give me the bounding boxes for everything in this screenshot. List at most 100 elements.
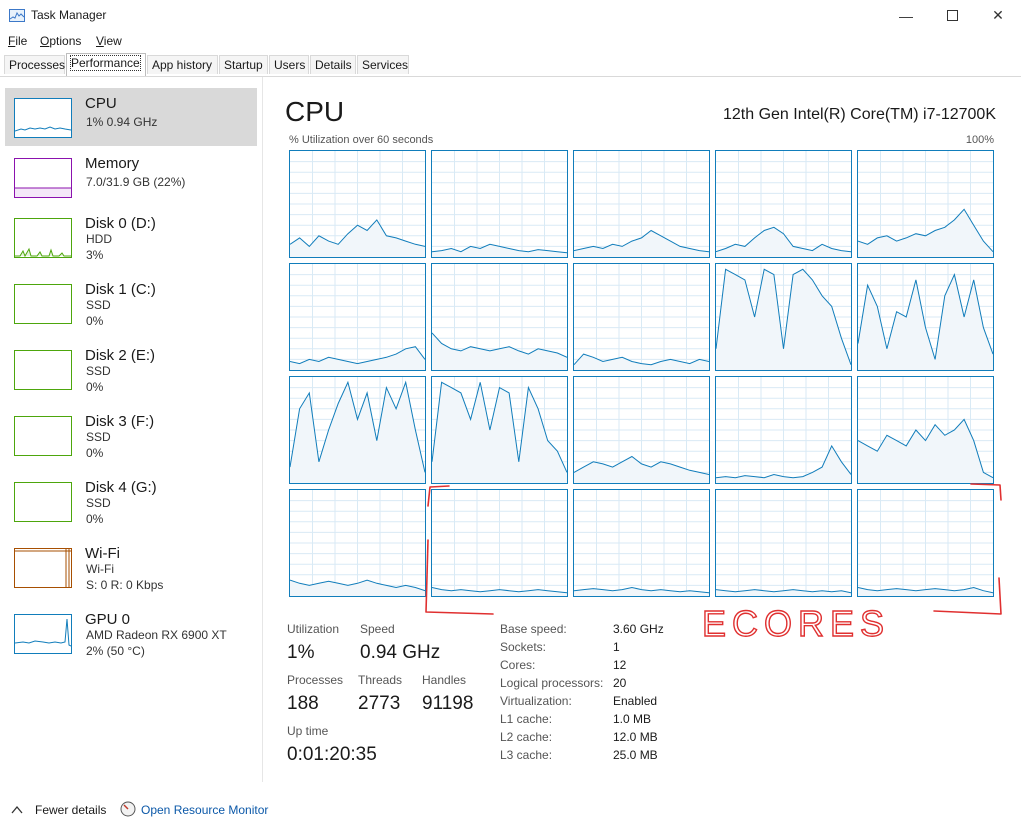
sidebar-sub: AMD Radeon RX 6900 XT [86,628,227,642]
sidebar-name: Disk 0 (D:) [85,215,156,232]
maximize-icon [946,10,958,21]
page-title: CPU [285,96,345,127]
logical-processor-chart [858,264,993,370]
logical-processor-chart [290,490,425,596]
fewer-details-link[interactable]: Fewer details [35,803,106,817]
tab-label: Performance [70,55,141,71]
cpu-performance-panel: CPU 12th Gen Intel(R) Core(TM) i7-12700K… [262,77,1021,782]
logical-processor-chart [290,151,425,257]
spec-label: Base speed: [500,622,567,636]
logical-processor-chart [716,151,851,257]
logical-processor-graph [289,376,426,484]
logical-processor-graph [857,263,994,371]
tab-performance[interactable]: Performance [66,53,146,76]
uptime-value: 0:01:20:35 [287,744,377,765]
sidebar-name: Disk 4 (G:) [85,479,157,496]
spec-value: 1.0 MB [613,712,652,726]
spec-value: 20 [613,676,627,690]
sidebar-sub: HDD [86,232,112,246]
minimize-button[interactable]: — [883,0,929,31]
sidebar-item-cpu[interactable]: CPU 1% 0.94 GHz [5,88,257,146]
logical-processor-graph [431,150,568,258]
tab-services[interactable]: Services [357,55,409,74]
close-button[interactable]: ✕ [975,0,1021,31]
disk-3-thumbnail [14,416,72,456]
menu-file[interactable]: File [8,34,27,48]
sidebar-name: Wi-Fi [85,545,120,562]
sidebar-item-wifi[interactable]: Wi-Fi Wi-Fi S: 0 R: 0 Kbps [5,538,257,596]
sidebar-item-disk-0[interactable]: Disk 0 (D:) HDD 3% [5,208,257,266]
spec-value: Enabled [613,694,658,708]
spec-value: 12.0 MB [613,730,658,744]
logical-processor-chart [432,151,567,257]
maximize-button[interactable] [929,0,975,31]
tab-users[interactable]: Users [269,55,309,74]
logical-processor-chart [432,377,567,483]
sidebar-name: Disk 1 (C:) [85,281,156,298]
logical-processor-graph [857,376,994,484]
sidebar-name: CPU [85,95,117,112]
logical-processor-graph [715,150,852,258]
sidebar-sub: 1% 0.94 GHz [86,115,158,129]
disk-1-thumbnail [14,284,72,324]
sidebar-sub2: S: 0 R: 0 Kbps [86,578,164,592]
logical-processor-graph [573,489,710,597]
tab-startup[interactable]: Startup [219,55,268,74]
tab-label: Details [315,58,352,72]
tab-app-history[interactable]: App history [147,55,218,74]
logical-processor-graph [573,150,710,258]
logical-processor-graph [715,376,852,484]
logical-processor-chart [432,264,567,370]
sidebar-sub: SSD [86,430,111,444]
wifi-thumbnail [14,548,72,588]
threads-label: Threads [358,673,403,687]
gpu-0-thumbnail [14,614,72,654]
threads-value: 2773 [358,693,401,714]
handles-label: Handles [422,673,467,687]
spec-value: 12 [613,658,627,672]
sidebar-item-disk-4[interactable]: Disk 4 (G:) SSD 0% [5,472,257,530]
spec-label: L3 cache: [500,748,553,762]
spec-label: Sockets: [500,640,547,654]
sidebar-item-disk-2[interactable]: Disk 2 (E:) SSD 0% [5,340,257,398]
menu-options[interactable]: Options [40,34,81,48]
logical-processor-chart [858,490,993,596]
sidebar-sub2: 0% [86,380,104,394]
sidebar-sub: SSD [86,496,111,510]
logical-processor-chart [716,490,851,596]
spec-label: Cores: [500,658,536,672]
logical-processor-graph [431,263,568,371]
tab-details[interactable]: Details [310,55,356,74]
minimize-icon: — [899,7,913,24]
logical-processor-graph [573,263,710,371]
sidebar-sub2: 3% [86,248,104,262]
chevron-up-icon[interactable] [11,805,23,814]
disk-4-thumbnail [14,482,72,522]
logical-processor-grid [289,150,994,597]
logical-processor-graph [289,489,426,597]
logical-processor-graph [857,489,994,597]
menu-view[interactable]: View [96,34,122,48]
utilization-label: Utilization [287,622,340,636]
logical-processor-chart [574,264,709,370]
resource-sidebar: CPU 1% 0.94 GHz Memory 7.0/31.9 GB (22%)… [0,77,263,782]
close-icon: ✕ [992,7,1004,23]
cpu-thumbnail [14,98,72,138]
tab-processes[interactable]: Processes [4,55,65,74]
open-resource-monitor-link[interactable]: Open Resource Monitor [141,803,268,817]
spec-label: L1 cache: [500,712,553,726]
sidebar-item-memory[interactable]: Memory 7.0/31.9 GB (22%) [5,148,257,206]
sidebar-item-gpu-0[interactable]: GPU 0 AMD Radeon RX 6900 XT 2% (50 °C) [5,604,257,662]
footer-bar: Fewer details Open Resource Monitor [0,795,1021,825]
sidebar-sub: SSD [86,364,111,378]
tab-label: Startup [224,58,263,72]
task-manager-icon [9,9,25,22]
sidebar-item-disk-3[interactable]: Disk 3 (F:) SSD 0% [5,406,257,464]
logical-processor-graph [715,263,852,371]
speed-value: 0.94 GHz [360,642,441,663]
sidebar-item-disk-1[interactable]: Disk 1 (C:) SSD 0% [5,274,257,332]
spec-label: Virtualization: [500,694,572,708]
logical-processor-graph [715,489,852,597]
sidebar-sub: Wi-Fi [86,562,114,576]
processes-label: Processes [287,673,344,687]
